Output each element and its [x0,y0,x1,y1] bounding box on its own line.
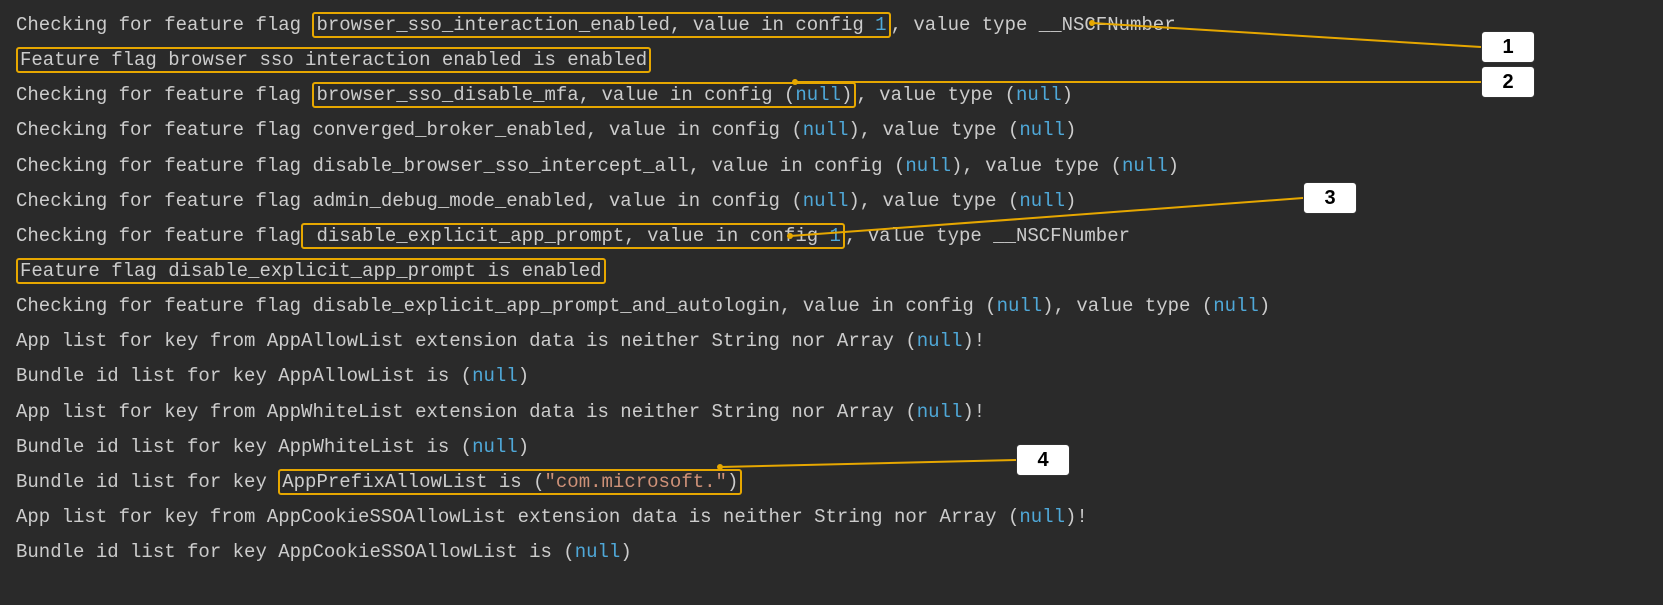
log-line: App list for key from AppAllowList exten… [16,324,1647,359]
log-line: Checking for feature flag disable_explic… [16,289,1647,324]
highlight-flag-sso-enabled: Feature flag browser sso interaction ena… [16,47,651,73]
highlight-flag-disable-mfa: browser_sso_disable_mfa, value in config… [312,82,856,108]
log-line: Feature flag disable_explicit_app_prompt… [16,254,1647,289]
log-line: App list for key from AppWhiteList exten… [16,395,1647,430]
callout-1: 1 [1481,31,1535,63]
log-line: Feature flag browser sso interaction ena… [16,43,1647,78]
callout-4: 4 [1016,444,1070,476]
log-line: Bundle id list for key AppCookieSSOAllow… [16,535,1647,570]
log-line: Checking for feature flag admin_debug_mo… [16,184,1647,219]
log-line: App list for key from AppCookieSSOAllowL… [16,500,1647,535]
highlight-flag-sso-interaction: browser_sso_interaction_enabled, value i… [312,12,890,38]
callout-2: 2 [1481,66,1535,98]
highlight-app-prefix-allowlist: AppPrefixAllowList is ("com.microsoft.") [278,469,742,495]
callout-3: 3 [1303,182,1357,214]
log-line: Bundle id list for key AppAllowList is (… [16,359,1647,394]
log-line: Checking for feature flag disable_browse… [16,149,1647,184]
highlight-flag-disable-explicit-enabled: Feature flag disable_explicit_app_prompt… [16,258,606,284]
log-line: Checking for feature flag converged_brok… [16,113,1647,148]
log-line: Bundle id list for key AppPrefixAllowLis… [16,465,1647,500]
log-line: Checking for feature flag disable_explic… [16,219,1647,254]
log-line: Checking for feature flag browser_sso_di… [16,78,1647,113]
highlight-flag-disable-explicit-prompt: disable_explicit_app_prompt, value in co… [301,223,845,249]
log-line: Checking for feature flag browser_sso_in… [16,8,1647,43]
log-line: Bundle id list for key AppWhiteList is (… [16,430,1647,465]
